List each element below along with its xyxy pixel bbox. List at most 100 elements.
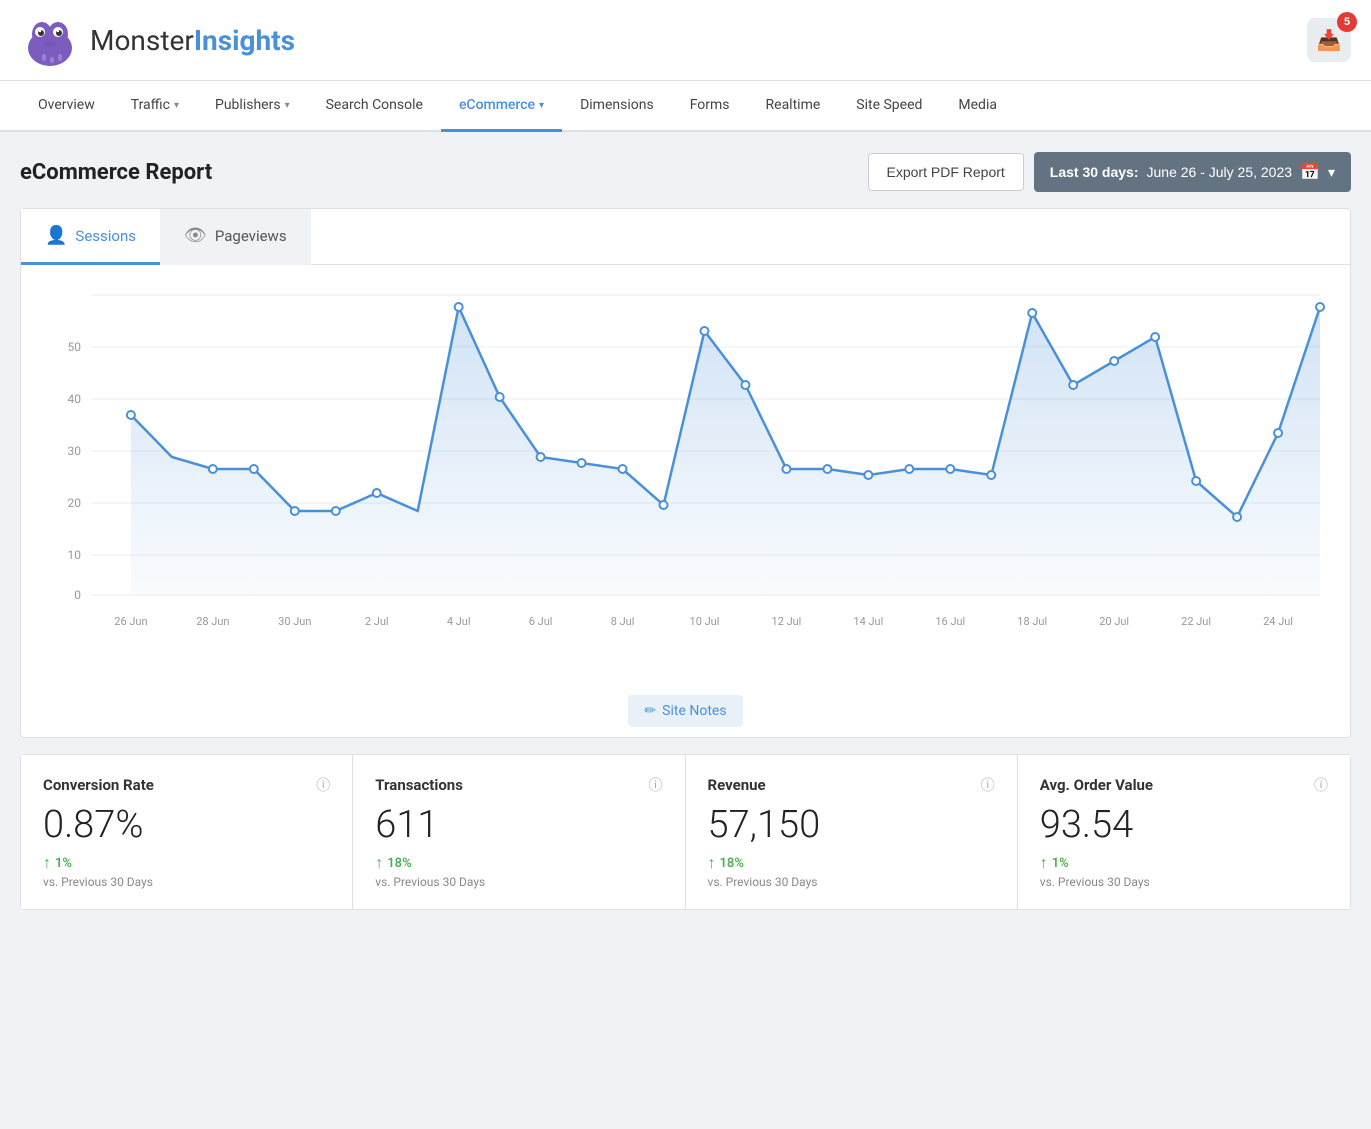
arrow-up-icon: ↑ <box>708 853 716 873</box>
calendar-icon: 📅 <box>1300 162 1320 182</box>
nav-item-media[interactable]: Media <box>940 81 1015 132</box>
arrow-up-icon: ↑ <box>43 853 51 873</box>
export-pdf-button[interactable]: Export PDF Report <box>868 153 1024 191</box>
info-icon-conversion[interactable]: ⓘ <box>316 775 330 795</box>
stat-change-conversion: ↑ 1% <box>43 853 330 873</box>
arrow-up-icon: ↑ <box>1040 853 1048 873</box>
svg-text:50: 50 <box>67 340 81 354</box>
svg-text:22 Jul: 22 Jul <box>1181 615 1211 628</box>
stat-vs-conversion: vs. Previous 30 Days <box>43 875 330 889</box>
report-header: eCommerce Report Export PDF Report Last … <box>20 152 1351 192</box>
tab-sessions-label: Sessions <box>75 227 136 245</box>
date-range-prefix: Last 30 days: <box>1050 164 1139 180</box>
nav-item-search-console[interactable]: Search Console <box>308 81 441 132</box>
stat-change-pct-transactions: 18% <box>387 856 411 871</box>
pencil-icon: ✏ <box>644 703 656 719</box>
main-content: eCommerce Report Export PDF Report Last … <box>0 132 1371 930</box>
stats-grid: Conversion Rate ⓘ 0.87% ↑ 1% vs. Previou… <box>20 754 1351 910</box>
chevron-down-icon: ▾ <box>539 100 544 111</box>
nav-label-publishers: Publishers <box>215 97 281 113</box>
chart-section: 👤 Sessions 👁 Pageviews <box>20 208 1351 738</box>
svg-text:2 Jul: 2 Jul <box>365 615 389 628</box>
person-icon: 👤 <box>45 225 67 246</box>
logo-area: MonsterInsights <box>20 10 295 70</box>
stat-value-avg-order: 93.54 <box>1040 803 1328 847</box>
nav-item-realtime[interactable]: Realtime <box>748 81 839 132</box>
svg-text:12 Jul: 12 Jul <box>771 615 801 628</box>
nav-label-dimensions: Dimensions <box>580 97 654 113</box>
nav-label-ecommerce: eCommerce <box>459 97 535 113</box>
site-notes-bar: ✏ Site Notes <box>21 685 1350 737</box>
svg-text:10 Jul: 10 Jul <box>690 615 720 628</box>
report-title: eCommerce Report <box>20 160 212 185</box>
stat-change-transactions: ↑ 18% <box>375 853 662 873</box>
tab-sessions[interactable]: 👤 Sessions <box>21 209 160 265</box>
stat-value-transactions: 611 <box>375 803 662 847</box>
nav-label-overview: Overview <box>38 97 95 113</box>
nav-label-realtime: Realtime <box>766 97 821 113</box>
notification-badge: 5 <box>1337 12 1357 32</box>
site-notes-button[interactable]: ✏ Site Notes <box>628 695 742 727</box>
notification-button[interactable]: 📥 5 <box>1307 18 1351 62</box>
chevron-down-icon: ▾ <box>285 100 290 111</box>
tab-pageviews[interactable]: 👁 Pageviews <box>160 209 311 265</box>
eye-icon: 👁 <box>184 225 207 246</box>
stat-label-revenue: Revenue <box>708 776 766 794</box>
svg-text:20 Jul: 20 Jul <box>1099 615 1129 628</box>
svg-text:18 Jul: 18 Jul <box>1017 615 1047 628</box>
info-icon-transactions[interactable]: ⓘ <box>649 775 663 795</box>
svg-text:8 Jul: 8 Jul <box>611 615 635 628</box>
header-right: 📥 5 <box>1307 18 1351 62</box>
chevron-down-icon: ▾ <box>174 100 179 111</box>
nav-item-ecommerce[interactable]: eCommerce ▾ <box>441 81 562 132</box>
stat-change-revenue: ↑ 18% <box>708 853 995 873</box>
nav-item-overview[interactable]: Overview <box>20 81 113 132</box>
chevron-down-icon: ▾ <box>1328 164 1335 181</box>
chart-tabs: 👤 Sessions 👁 Pageviews <box>21 209 1350 265</box>
nav-label-media: Media <box>958 97 997 113</box>
site-notes-label: Site Notes <box>662 703 726 719</box>
stat-card-transactions: Transactions ⓘ 611 ↑ 18% vs. Previous 30… <box>353 755 685 909</box>
nav-label-forms: Forms <box>690 97 730 113</box>
tab-pageviews-label: Pageviews <box>215 227 287 245</box>
nav-item-traffic[interactable]: Traffic ▾ <box>113 81 197 132</box>
logo-text: MonsterInsights <box>90 24 295 57</box>
stat-header-conversion: Conversion Rate ⓘ <box>43 775 330 795</box>
svg-text:20: 20 <box>67 496 81 510</box>
line-chart: 0 10 20 30 40 50 26 Jun 28 Jun 30 Jun 2 … <box>31 285 1340 655</box>
chart-area: 0 10 20 30 40 50 26 Jun 28 Jun 30 Jun 2 … <box>21 265 1350 685</box>
date-range-button[interactable]: Last 30 days: June 26 - July 25, 2023 📅 … <box>1034 152 1351 192</box>
nav-item-publishers[interactable]: Publishers ▾ <box>197 81 308 132</box>
info-icon-avg-order[interactable]: ⓘ <box>1314 775 1328 795</box>
svg-text:30: 30 <box>67 444 81 458</box>
header: MonsterInsights 📥 5 <box>0 0 1371 81</box>
stat-label-conversion: Conversion Rate <box>43 776 154 794</box>
nav-label-traffic: Traffic <box>131 97 170 113</box>
nav-item-forms[interactable]: Forms <box>672 81 748 132</box>
main-nav: Overview Traffic ▾ Publishers ▾ Search C… <box>0 81 1371 132</box>
stat-header-revenue: Revenue ⓘ <box>708 775 995 795</box>
stat-header-transactions: Transactions ⓘ <box>375 775 662 795</box>
stat-change-pct-avg-order: 1% <box>1052 856 1069 871</box>
stat-header-avg-order: Avg. Order Value ⓘ <box>1040 775 1328 795</box>
stat-card-conversion-rate: Conversion Rate ⓘ 0.87% ↑ 1% vs. Previou… <box>21 755 353 909</box>
stat-label-avg-order: Avg. Order Value <box>1040 776 1153 794</box>
stat-value-conversion: 0.87% <box>43 803 330 847</box>
nav-item-site-speed[interactable]: Site Speed <box>838 81 940 132</box>
logo-icon <box>20 10 80 70</box>
stat-label-transactions: Transactions <box>375 776 463 794</box>
svg-text:16 Jul: 16 Jul <box>935 615 965 628</box>
svg-text:28 Jun: 28 Jun <box>196 615 229 628</box>
stat-card-avg-order: Avg. Order Value ⓘ 93.54 ↑ 1% vs. Previo… <box>1018 755 1350 909</box>
arrow-up-icon: ↑ <box>375 853 383 873</box>
svg-text:30 Jun: 30 Jun <box>278 615 311 628</box>
svg-text:40: 40 <box>67 392 81 406</box>
nav-item-dimensions[interactable]: Dimensions <box>562 81 672 132</box>
stat-value-revenue: 57,150 <box>708 803 995 847</box>
svg-text:6 Jul: 6 Jul <box>529 615 553 628</box>
info-icon-revenue[interactable]: ⓘ <box>981 775 995 795</box>
date-range-value: June 26 - July 25, 2023 <box>1147 164 1293 180</box>
stat-card-revenue: Revenue ⓘ 57,150 ↑ 18% vs. Previous 30 D… <box>686 755 1018 909</box>
stat-vs-avg-order: vs. Previous 30 Days <box>1040 875 1328 889</box>
svg-text:14 Jul: 14 Jul <box>853 615 883 628</box>
